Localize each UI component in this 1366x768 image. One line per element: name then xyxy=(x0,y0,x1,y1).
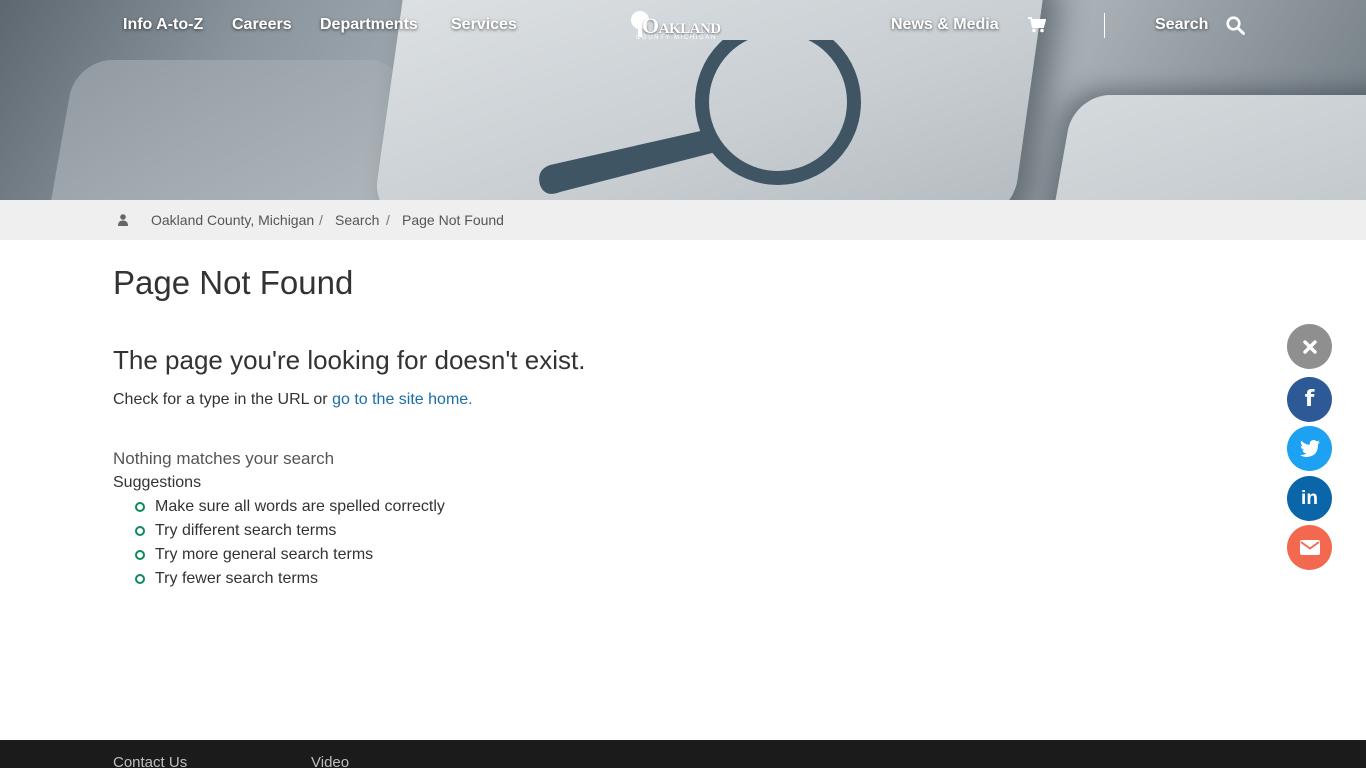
suggestion-text: Try more general search terms xyxy=(155,546,374,563)
nav-departments[interactable]: Departments xyxy=(320,16,418,34)
close-share-button[interactable] xyxy=(1287,324,1332,369)
bullet-circle-icon xyxy=(135,526,145,536)
keyboard-key-left xyxy=(44,60,406,200)
suggestions-heading: Suggestions xyxy=(113,474,202,491)
bullet-circle-icon xyxy=(135,502,145,512)
page-footer: Contact Us Video xyxy=(0,740,1366,768)
nav-services[interactable]: Services xyxy=(451,16,517,34)
nav-careers[interactable]: Careers xyxy=(232,16,292,34)
linkedin-icon: in xyxy=(1301,487,1318,509)
suggestion-text: Try different search terms xyxy=(155,522,337,539)
linkedin-share-button[interactable]: in xyxy=(1287,476,1332,521)
email-share-button[interactable] xyxy=(1287,525,1332,570)
footer-video-link[interactable]: Video xyxy=(311,754,349,768)
breadcrumb-separator: / xyxy=(319,212,323,228)
breadcrumb: Oakland County, Michigan / Search / Page… xyxy=(0,200,1366,240)
email-icon xyxy=(1299,540,1320,555)
breadcrumb-separator: / xyxy=(386,212,390,228)
bullet-circle-icon xyxy=(135,550,145,560)
nav-divider xyxy=(1104,13,1105,38)
keyboard-key-right xyxy=(1045,95,1366,200)
nav-news-media[interactable]: News & Media xyxy=(891,16,999,34)
bullet-circle-icon xyxy=(135,574,145,584)
facebook-share-button[interactable]: f xyxy=(1287,377,1332,422)
magnifier-graphic xyxy=(539,40,861,194)
error-heading: The page you're looking for doesn't exis… xyxy=(113,345,586,375)
list-item: Try more general search terms xyxy=(134,545,445,569)
check-url-label: Check for a type in the URL or xyxy=(113,391,328,408)
suggestion-text: Make sure all words are spelled correctl… xyxy=(155,498,445,515)
logo-subtitle: COUNTY MICHIGAN xyxy=(636,35,717,41)
footer-contact-us-link[interactable]: Contact Us xyxy=(113,754,187,768)
nothing-matches-heading: Nothing matches your search xyxy=(113,449,335,468)
list-item: Try fewer search terms xyxy=(134,569,445,593)
site-home-link[interactable]: go to the site home. xyxy=(332,391,473,408)
breadcrumb-search[interactable]: Search xyxy=(335,212,379,228)
twitter-icon xyxy=(1299,440,1320,457)
suggestion-text: Try fewer search terms xyxy=(155,570,318,587)
suggestions-list: Make sure all words are spelled correctl… xyxy=(134,497,445,593)
breadcrumb-oakland-county[interactable]: Oakland County, Michigan xyxy=(151,212,314,228)
top-navigation: Info A-to-Z Careers Departments Services… xyxy=(0,0,1366,52)
user-icon[interactable] xyxy=(118,214,128,226)
check-url-text: Check for a type in the URL or go to the… xyxy=(113,391,473,409)
search-icon[interactable] xyxy=(1226,16,1245,35)
page-title: Page Not Found xyxy=(113,264,354,301)
list-item: Try different search terms xyxy=(134,521,445,545)
close-icon xyxy=(1302,339,1317,354)
shopping-cart-icon[interactable] xyxy=(1028,17,1046,33)
twitter-share-button[interactable] xyxy=(1287,426,1332,471)
nav-search[interactable]: Search xyxy=(1155,16,1208,34)
nav-info-a-to-z[interactable]: Info A-to-Z xyxy=(123,16,203,34)
oakland-county-logo[interactable]: Oakland COUNTY MICHIGAN xyxy=(628,9,740,45)
breadcrumb-current: Page Not Found xyxy=(402,212,504,228)
hero-banner: Info A-to-Z Careers Departments Services… xyxy=(0,0,1366,200)
list-item: Make sure all words are spelled correctl… xyxy=(134,497,445,521)
facebook-icon: f xyxy=(1304,387,1315,412)
